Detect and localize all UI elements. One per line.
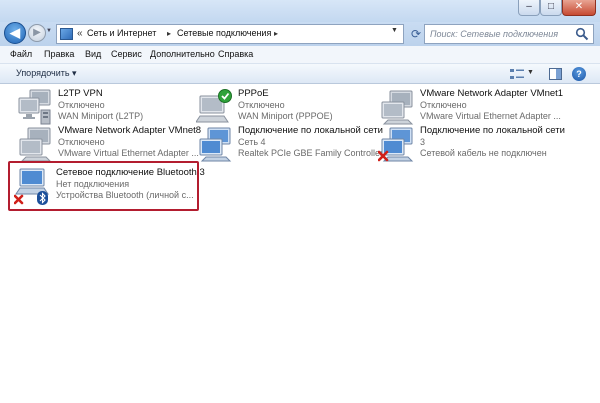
connection-status: Отключено xyxy=(238,100,285,110)
search-placeholder: Поиск: Сетевые подключения xyxy=(430,29,559,39)
connection-status: Отключено xyxy=(58,100,105,110)
connection-name: VMware Network Adapter VMnet8 xyxy=(58,125,202,136)
connection-name: L2TP VPN xyxy=(58,88,103,99)
breadcrumb-overflow[interactable]: « xyxy=(77,28,83,39)
forward-button[interactable]: ▶ xyxy=(28,24,46,42)
connection-item-pppoe[interactable]: PPPoE Отключено WAN Miniport (PPPOE) xyxy=(196,88,376,126)
breadcrumb-network-internet[interactable]: Сеть и Интернет xyxy=(87,28,156,38)
connection-device: VMware Virtual Ethernet Adapter ... xyxy=(420,111,561,121)
breadcrumb-network-connections[interactable]: Сетевые подключения xyxy=(177,28,271,38)
connection-status: Отключено xyxy=(420,100,467,110)
organize-button[interactable]: Упорядочить ▾ xyxy=(16,68,77,79)
menu-view[interactable]: Вид xyxy=(85,49,101,59)
connection-item-lan-3[interactable]: Подключение по локальной сети 3 Сетевой … xyxy=(378,125,596,163)
connection-device: WAN Miniport (L2TP) xyxy=(58,111,144,121)
ethernet-adapter-disabled-icon xyxy=(381,90,414,125)
connection-item-vmnet8[interactable]: VMware Network Adapter VMnet8 Отключено … xyxy=(16,125,201,163)
connection-device: Realtek PCIe GBE Family Controller xyxy=(238,148,384,158)
ethernet-adapter-disabled-icon xyxy=(19,127,52,162)
close-button[interactable]: ✕ xyxy=(562,0,596,16)
connection-name: VMware Network Adapter VMnet1 xyxy=(420,88,564,99)
menu-edit[interactable]: Правка xyxy=(44,49,74,59)
back-button[interactable]: ◀ xyxy=(4,22,26,44)
connection-name: Подключение по локальной сети xyxy=(420,125,565,136)
search-input[interactable]: Поиск: Сетевые подключения xyxy=(424,24,594,44)
breadcrumb-separator[interactable]: ▸ xyxy=(167,29,171,38)
refresh-icon[interactable]: ⟳ xyxy=(406,24,426,44)
connection-name: Подключение по локальной сети xyxy=(238,125,383,136)
menu-advanced[interactable]: Дополнительно xyxy=(150,49,215,59)
breadcrumb-separator[interactable]: ▸ xyxy=(274,29,278,38)
connection-item-vmnet1[interactable]: VMware Network Adapter VMnet1 Отключено … xyxy=(378,88,596,126)
connection-status: Отключено xyxy=(58,137,105,147)
search-icon[interactable] xyxy=(575,27,589,41)
address-history-dropdown[interactable]: ▼ xyxy=(391,27,398,34)
ethernet-unplugged-icon xyxy=(378,127,414,162)
help-icon[interactable]: ? xyxy=(572,67,586,81)
connection-device: VMware Virtual Ethernet Adapter ... xyxy=(58,148,199,158)
connection-status: Сеть 4 xyxy=(238,137,266,147)
connection-item-l2tp-vpn[interactable]: L2TP VPN Отключено WAN Miniport (L2TP) xyxy=(16,88,186,126)
maximize-button[interactable]: □ xyxy=(540,0,562,16)
connection-device: WAN Miniport (PPPOE) xyxy=(238,111,333,121)
vpn-connection-icon xyxy=(18,89,51,125)
selection-highlight-frame xyxy=(8,161,199,211)
navigation-bar: ◀ ▶ ▼ « Сеть и Интернет ▸ Сетевые подклю… xyxy=(0,22,600,46)
menu-file[interactable]: Файл xyxy=(10,49,32,59)
broadband-connection-icon xyxy=(196,89,232,123)
preview-pane-icon[interactable] xyxy=(549,68,562,80)
connection-name: PPPoE xyxy=(238,88,269,99)
menu-bar: Файл Правка Вид Сервис Дополнительно Спр… xyxy=(0,46,600,64)
connection-device: Сетевой кабель не подключен xyxy=(420,148,547,158)
view-options-dropdown[interactable]: ▼ xyxy=(527,69,534,76)
control-panel-icon xyxy=(60,28,73,40)
menu-help[interactable]: Справка xyxy=(218,49,253,59)
change-view-icon[interactable] xyxy=(510,68,524,80)
connection-status: 3 xyxy=(420,137,426,147)
menu-tools[interactable]: Сервис xyxy=(111,49,142,59)
recent-pages-dropdown[interactable]: ▼ xyxy=(46,28,52,34)
command-bar: Упорядочить ▾ ▼ ? xyxy=(0,64,600,84)
connection-item-lan-network-4[interactable]: Подключение по локальной сети Сеть 4 Rea… xyxy=(196,125,383,163)
title-bar: – □ ✕ xyxy=(0,0,600,22)
minimize-button[interactable]: – xyxy=(518,0,540,16)
connections-list: L2TP VPN Отключено WAN Miniport (L2TP) P… xyxy=(0,85,600,403)
address-bar[interactable]: « Сеть и Интернет ▸ Сетевые подключения … xyxy=(56,24,404,44)
ethernet-connected-icon xyxy=(199,127,232,162)
